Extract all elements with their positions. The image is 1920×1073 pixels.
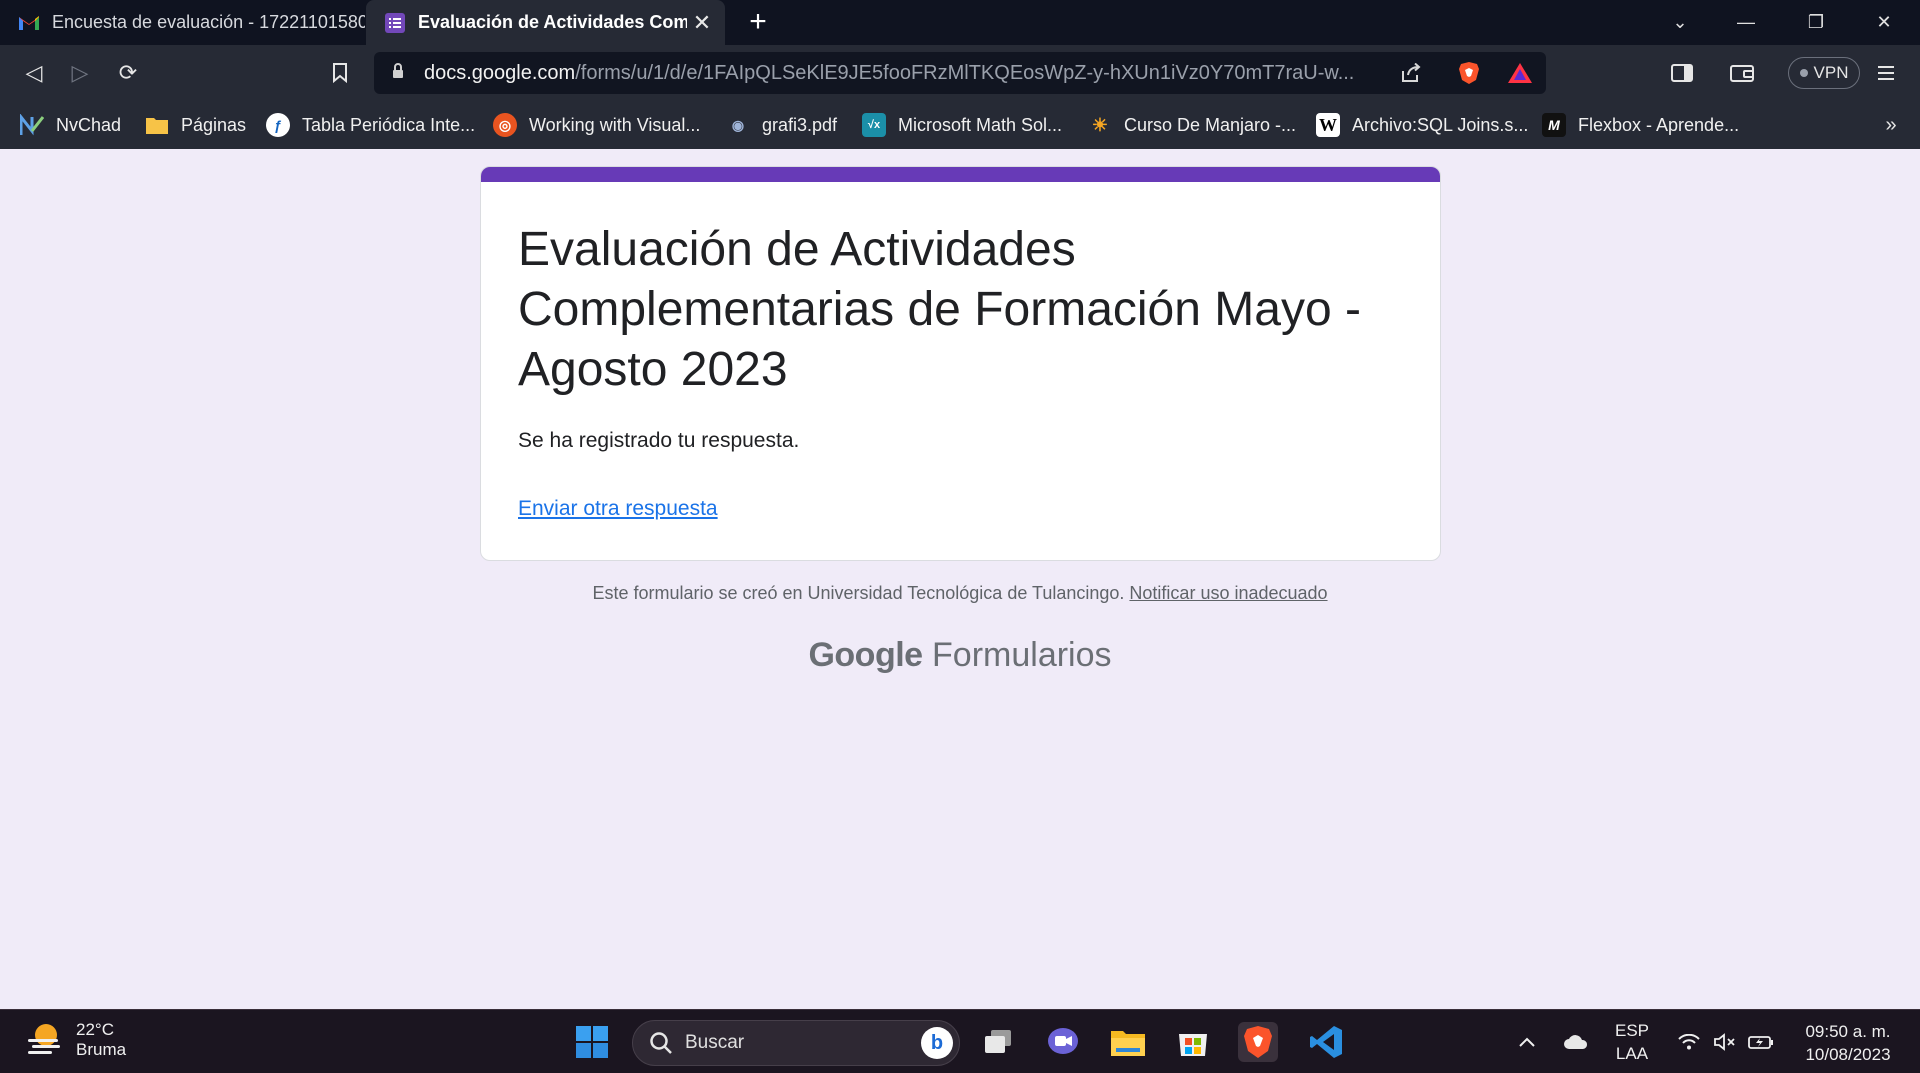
pdf-icon: ◉	[731, 116, 745, 133]
brave-shields-icon[interactable]	[1454, 58, 1484, 88]
sidebar-icon[interactable]	[1664, 55, 1700, 91]
brave-rewards-icon[interactable]	[1505, 58, 1535, 88]
bing-icon[interactable]: b	[921, 1027, 953, 1059]
restore-button[interactable]: ❐	[1786, 0, 1846, 45]
clock-date: 10/08/2023	[1805, 1045, 1891, 1064]
footer-text: Este formulario se creó en Universidad T…	[592, 583, 1125, 603]
tab-gmail[interactable]: Encuesta de evaluación - 172211015800	[0, 0, 365, 45]
bookmark-folder-paginas[interactable]: Páginas	[145, 101, 246, 149]
lightbulb-icon: ☀	[1091, 114, 1109, 135]
bookmark-tabla-periodica[interactable]: ƒ Tabla Periódica Inte...	[266, 101, 475, 149]
confirmation-message: Se ha registrado tu respuesta.	[518, 429, 800, 452]
url-path: /forms/u/1/d/e/1FAIpQLSeKlE9JE5fooFRzMlT…	[575, 61, 1355, 84]
bookmark-label: Working with Visual...	[529, 114, 701, 135]
onedrive-cloud-icon[interactable]	[1558, 1010, 1594, 1073]
address-bar[interactable]: docs.google.com/forms/u/1/d/e/1FAIpQLSeK…	[374, 52, 1546, 94]
ubuntu-icon: ◎	[493, 113, 517, 137]
task-view-icon[interactable]	[978, 1022, 1018, 1062]
microsoft-store-icon[interactable]	[1173, 1022, 1213, 1062]
back-button[interactable]: ◁	[16, 55, 52, 91]
lock-icon	[392, 63, 410, 83]
bookmark-label: Tabla Periódica Inte...	[302, 114, 476, 135]
vpn-button[interactable]: VPN	[1788, 57, 1860, 89]
bookmarks-bar: NvChad Páginas ƒ Tabla Periódica Inte...…	[0, 101, 1920, 149]
minimize-button[interactable]: —	[1716, 0, 1776, 45]
google-forms-icon	[384, 12, 406, 34]
battery-charging-icon[interactable]	[1746, 1010, 1776, 1073]
teams-chat-icon[interactable]	[1043, 1022, 1083, 1062]
show-hidden-icons-chevron-icon[interactable]	[1512, 1010, 1542, 1073]
menu-icon[interactable]	[1868, 55, 1904, 91]
tab-strip: Encuesta de evaluación - 172211015800 Ev…	[0, 0, 1920, 45]
brave-browser-icon[interactable]	[1238, 1022, 1278, 1062]
bookmark-icon[interactable]	[322, 55, 358, 91]
submit-another-response-link[interactable]: Enviar otra respuesta	[518, 497, 718, 521]
weather-temperature: 22°C	[76, 1020, 114, 1039]
language-code: ESP	[1614, 1021, 1650, 1040]
bookmark-sql-joins[interactable]: W Archivo:SQL Joins.s...	[1316, 101, 1528, 149]
reload-button[interactable]: ⟳	[110, 55, 146, 91]
report-abuse-link[interactable]: Notificar uso inadecuado	[1129, 583, 1327, 603]
close-tab-icon[interactable]: ✕	[687, 10, 717, 36]
bookmark-label: Archivo:SQL Joins.s...	[1352, 114, 1529, 135]
bookmark-grafi3-pdf[interactable]: ◉ grafi3.pdf	[726, 101, 837, 149]
keyboard-layout: LAA	[1615, 1044, 1649, 1063]
bookmark-working-with-visual[interactable]: ◎ Working with Visual...	[493, 101, 700, 149]
system-clock[interactable]: 09:50 a. m. 10/08/2023	[1788, 1020, 1908, 1066]
math-solver-icon: √x	[862, 113, 886, 137]
bookmark-flexbox[interactable]: M Flexbox - Aprende...	[1542, 101, 1739, 149]
tab-title: Encuesta de evaluación - 172211015800	[52, 12, 365, 32]
tab-title: Evaluación de Actividades Complementaria…	[418, 12, 687, 32]
vscode-icon[interactable]	[1306, 1022, 1346, 1062]
google-forms-logo[interactable]: Google Formularios	[0, 636, 1920, 675]
bookmark-curso-manjaro[interactable]: ☀ Curso De Manjaro -...	[1088, 101, 1296, 149]
form-accent-bar	[481, 167, 1440, 182]
brand-product: Formularios	[932, 636, 1112, 674]
bookmark-label: Páginas	[181, 114, 247, 135]
file-explorer-icon[interactable]	[1108, 1022, 1148, 1062]
tab-google-forms[interactable]: Evaluación de Actividades Complementaria…	[366, 0, 725, 45]
vpn-label: VPN	[1813, 63, 1849, 82]
weather-condition: Bruma	[76, 1040, 127, 1059]
form-footer: Este formulario se creó en Universidad T…	[0, 583, 1920, 604]
form-title: Evaluación de Actividades Complementaria…	[518, 223, 1361, 396]
bookmark-label: Flexbox - Aprende...	[1578, 114, 1740, 135]
search-placeholder: Buscar	[685, 1032, 745, 1053]
windows-start-icon[interactable]	[572, 1022, 612, 1062]
flexbox-icon: M	[1542, 113, 1566, 137]
periodic-table-icon: ƒ	[266, 113, 290, 137]
nvchad-icon	[20, 113, 44, 137]
url-host: docs.google.com	[424, 61, 576, 84]
share-icon[interactable]	[1396, 58, 1426, 88]
weather-haze-icon	[26, 1021, 64, 1060]
wifi-icon[interactable]	[1674, 1010, 1704, 1073]
clock-time: 09:50 a. m.	[1805, 1022, 1891, 1041]
close-window-button[interactable]: ✕	[1854, 0, 1914, 45]
url-text: docs.google.com/forms/u/1/d/e/1FAIpQLSeK…	[424, 62, 1406, 85]
taskbar-search-box[interactable]: Buscar b	[632, 1020, 960, 1066]
navigation-bar: ◁ ▷ ⟳ docs.google.com/forms/u/1/d/e/1FAI…	[0, 45, 1920, 101]
bookmark-nvchad[interactable]: NvChad	[20, 101, 121, 149]
tab-search-chevron-icon[interactable]: ⌄	[1650, 0, 1710, 45]
wikipedia-icon: W	[1316, 113, 1340, 137]
new-tab-button[interactable]: +	[740, 4, 776, 40]
bookmark-label: Microsoft Math Sol...	[898, 114, 1063, 135]
forward-button[interactable]: ▷	[62, 55, 98, 91]
wallet-icon[interactable]	[1724, 55, 1760, 91]
bookmark-label: Curso De Manjaro -...	[1124, 114, 1297, 135]
speaker-muted-icon[interactable]	[1710, 1010, 1740, 1073]
language-indicator[interactable]: ESP LAA	[1610, 1010, 1654, 1073]
gmail-icon	[18, 12, 40, 34]
vpn-status-dot-icon	[1799, 69, 1808, 77]
search-icon	[649, 1031, 673, 1055]
form-confirmation-card: Evaluación de Actividades Complementaria…	[480, 166, 1441, 561]
brand-google: Google	[808, 636, 923, 674]
bookmark-label: NvChad	[56, 114, 122, 135]
more-bookmarks-button[interactable]: »	[1876, 101, 1906, 149]
windows-taskbar: 22°C Bruma Buscar b ESP LAA 09:50 a. m. …	[0, 1009, 1920, 1073]
weather-widget[interactable]: 22°C Bruma	[26, 1020, 126, 1060]
folder-icon	[145, 113, 169, 137]
bookmark-label: grafi3.pdf	[762, 114, 838, 135]
bookmark-microsoft-math[interactable]: √x Microsoft Math Sol...	[862, 101, 1062, 149]
